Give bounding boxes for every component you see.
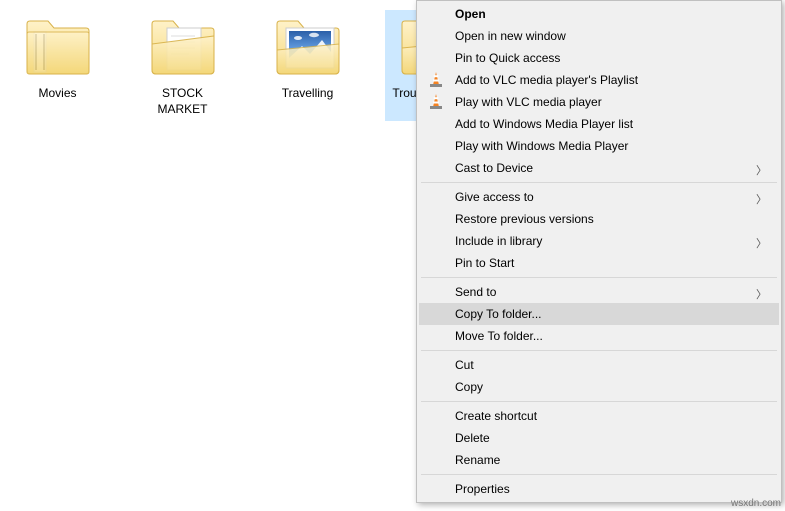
menu-item-send-to[interactable]: Send to 〉: [419, 281, 779, 303]
vlc-icon: [427, 71, 445, 89]
menu-item-copy[interactable]: Copy: [419, 376, 779, 398]
menu-item-label: Send to: [455, 285, 496, 299]
menu-item-label: Open in new window: [455, 29, 566, 43]
menu-item-label: Create shortcut: [455, 409, 537, 423]
vlc-icon: [427, 93, 445, 111]
menu-item-pin-to-start[interactable]: Pin to Start: [419, 252, 779, 274]
menu-item-label: Pin to Start: [455, 256, 514, 270]
chevron-right-icon: 〉: [756, 235, 767, 251]
menu-item-play-with-vlc-media-player[interactable]: Play with VLC media player: [419, 91, 779, 113]
menu-item-label: Copy To folder...: [455, 307, 542, 321]
menu-item-label: Properties: [455, 482, 510, 496]
menu-item-label: Move To folder...: [455, 329, 543, 343]
menu-separator: [421, 401, 777, 402]
menu-item-label: Include in library: [455, 234, 542, 248]
menu-item-rename[interactable]: Rename: [419, 449, 779, 471]
menu-item-label: Cast to Device: [455, 161, 533, 175]
folder-travelling[interactable]: Travelling: [260, 10, 355, 121]
folder-label: STOCK MARKET: [139, 86, 226, 117]
menu-item-delete[interactable]: Delete: [419, 427, 779, 449]
menu-item-cut[interactable]: Cut: [419, 354, 779, 376]
folder-stock-market[interactable]: STOCK MARKET: [135, 10, 230, 121]
menu-item-label: Delete: [455, 431, 490, 445]
menu-item-label: Restore previous versions: [455, 212, 594, 226]
context-menu: Open Open in new window Pin to Quick acces…: [416, 0, 782, 503]
folder-icon: [274, 14, 342, 82]
menu-item-label: Cut: [455, 358, 474, 372]
menu-item-label: Give access to: [455, 190, 534, 204]
menu-separator: [421, 182, 777, 183]
menu-item-open[interactable]: Open: [419, 3, 779, 25]
menu-item-restore-previous-versions[interactable]: Restore previous versions: [419, 208, 779, 230]
chevron-right-icon: 〉: [756, 286, 767, 302]
menu-item-move-to-folder[interactable]: Move To folder...: [419, 325, 779, 347]
menu-item-label: Copy: [455, 380, 483, 394]
menu-item-label: Play with Windows Media Player: [455, 139, 628, 153]
watermark: wsxdn.com: [731, 498, 781, 509]
menu-item-label: Add to Windows Media Player list: [455, 117, 633, 131]
menu-item-add-to-vlc-media-player-s-playlist[interactable]: Add to VLC media player's Playlist: [419, 69, 779, 91]
folder-icon: [24, 14, 92, 82]
chevron-right-icon: 〉: [756, 191, 767, 207]
menu-item-pin-to-quick-access[interactable]: Pin to Quick access: [419, 47, 779, 69]
menu-item-cast-to-device[interactable]: Cast to Device 〉: [419, 157, 779, 179]
menu-separator: [421, 277, 777, 278]
menu-item-play-with-windows-media-player[interactable]: Play with Windows Media Player: [419, 135, 779, 157]
menu-item-label: Add to VLC media player's Playlist: [455, 73, 638, 87]
chevron-right-icon: 〉: [756, 162, 767, 178]
folder-movies[interactable]: Movies: [10, 10, 105, 121]
menu-item-create-shortcut[interactable]: Create shortcut: [419, 405, 779, 427]
menu-separator: [421, 474, 777, 475]
folder-label: Travelling: [282, 86, 334, 102]
menu-item-open-in-new-window[interactable]: Open in new window: [419, 25, 779, 47]
folder-icon: [149, 14, 217, 82]
menu-item-include-in-library[interactable]: Include in library 〉: [419, 230, 779, 252]
menu-item-copy-to-folder[interactable]: Copy To folder...: [419, 303, 779, 325]
menu-item-label: Pin to Quick access: [455, 51, 560, 65]
menu-item-label: Play with VLC media player: [455, 95, 602, 109]
folder-label: Movies: [38, 86, 76, 102]
menu-item-properties[interactable]: Properties: [419, 478, 779, 500]
menu-item-add-to-windows-media-player-list[interactable]: Add to Windows Media Player list: [419, 113, 779, 135]
menu-separator: [421, 350, 777, 351]
menu-item-label: Rename: [455, 453, 500, 467]
menu-item-give-access-to[interactable]: Give access to 〉: [419, 186, 779, 208]
menu-item-label: Open: [455, 7, 486, 21]
